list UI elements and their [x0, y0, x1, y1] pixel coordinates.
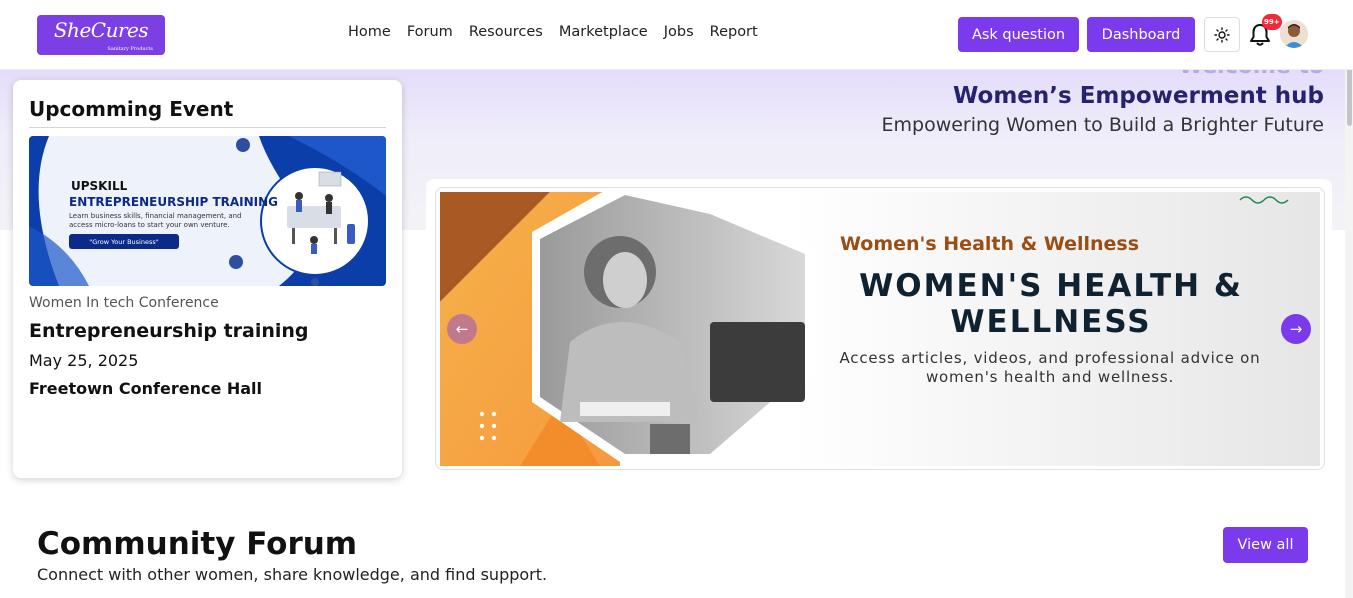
upcoming-event-card[interactable]: Upcomming Event UPSKILL ENTREPRENEURSHIP…	[13, 80, 402, 478]
theme-toggle-button[interactable]	[1204, 17, 1240, 52]
hero-carousel: Women's Health & Wellness WOMEN'S HEALTH…	[426, 179, 1332, 475]
banner-subheading: ENTREPRENEURSHIP TRAINING	[69, 195, 279, 209]
view-all-button[interactable]: View all	[1223, 527, 1308, 563]
notification-badge: 99+	[1262, 14, 1282, 30]
main-nav: Home Forum Resources Marketplace Jobs Re…	[348, 24, 758, 40]
event-banner-art	[29, 136, 386, 286]
brand-name: SheCures	[53, 18, 149, 42]
event-date: May 25, 2025	[29, 351, 139, 370]
nav-forum[interactable]: Forum	[407, 24, 453, 40]
carousel-frame: Women's Health & Wellness WOMEN'S HEALTH…	[435, 187, 1325, 470]
brand-tagline: Sanitary Products	[107, 46, 153, 52]
nav-report[interactable]: Report	[710, 24, 758, 40]
divider	[29, 127, 386, 128]
arrow-left-icon: ←	[455, 320, 469, 338]
carousel-prev-button[interactable]: ←	[447, 314, 477, 344]
banner-body: Learn business skills, financial managem…	[69, 212, 242, 229]
brand-logo[interactable]: SheCures Sanitary Products	[37, 15, 165, 55]
event-venue: Freetown Conference Hall	[29, 379, 263, 398]
slide-kicker: Women's Health & Wellness	[840, 233, 1140, 255]
arrow-right-icon: →	[1289, 320, 1303, 338]
banner-heading: UPSKILL	[71, 179, 128, 193]
top-navbar: SheCures Sanitary Products Home Forum Re…	[0, 0, 1353, 70]
slide-heading: WOMEN'S HEALTH & WELLNESS	[859, 268, 1243, 340]
event-section-title: Upcomming Event	[29, 97, 234, 121]
banner-pill: "Grow Your Business"	[69, 234, 179, 249]
nav-marketplace[interactable]: Marketplace	[559, 24, 648, 40]
carousel-next-button[interactable]: →	[1281, 314, 1311, 344]
nav-jobs[interactable]: Jobs	[664, 24, 694, 40]
nav-home[interactable]: Home	[348, 24, 391, 40]
forum-title: Community Forum	[37, 526, 358, 562]
hero-subtitle: Empowering Women to Build a Brighter Fut…	[881, 114, 1325, 136]
user-avatar[interactable]	[1280, 20, 1308, 48]
ask-question-button[interactable]: Ask question	[958, 17, 1079, 52]
sun-icon	[1214, 26, 1230, 43]
page: SheCures Sanitary Products Home Forum Re…	[0, 0, 1353, 598]
forum-subtitle: Connect with other women, share knowledg…	[37, 565, 548, 584]
hero-title: Women’s Empowerment hub	[952, 83, 1324, 109]
nav-resources[interactable]: Resources	[469, 24, 543, 40]
event-name: Entrepreneurship training	[29, 320, 309, 342]
dashboard-button[interactable]: Dashboard	[1087, 17, 1195, 52]
carousel-slide[interactable]: Women's Health & Wellness WOMEN'S HEALTH…	[440, 192, 1320, 466]
slide-description: Access articles, videos, and professiona…	[839, 349, 1261, 386]
avatar-image	[1280, 20, 1308, 48]
event-banner-image[interactable]: UPSKILL ENTREPRENEURSHIP TRAINING Learn …	[29, 136, 386, 286]
event-category: Women In tech Conference	[29, 295, 219, 311]
